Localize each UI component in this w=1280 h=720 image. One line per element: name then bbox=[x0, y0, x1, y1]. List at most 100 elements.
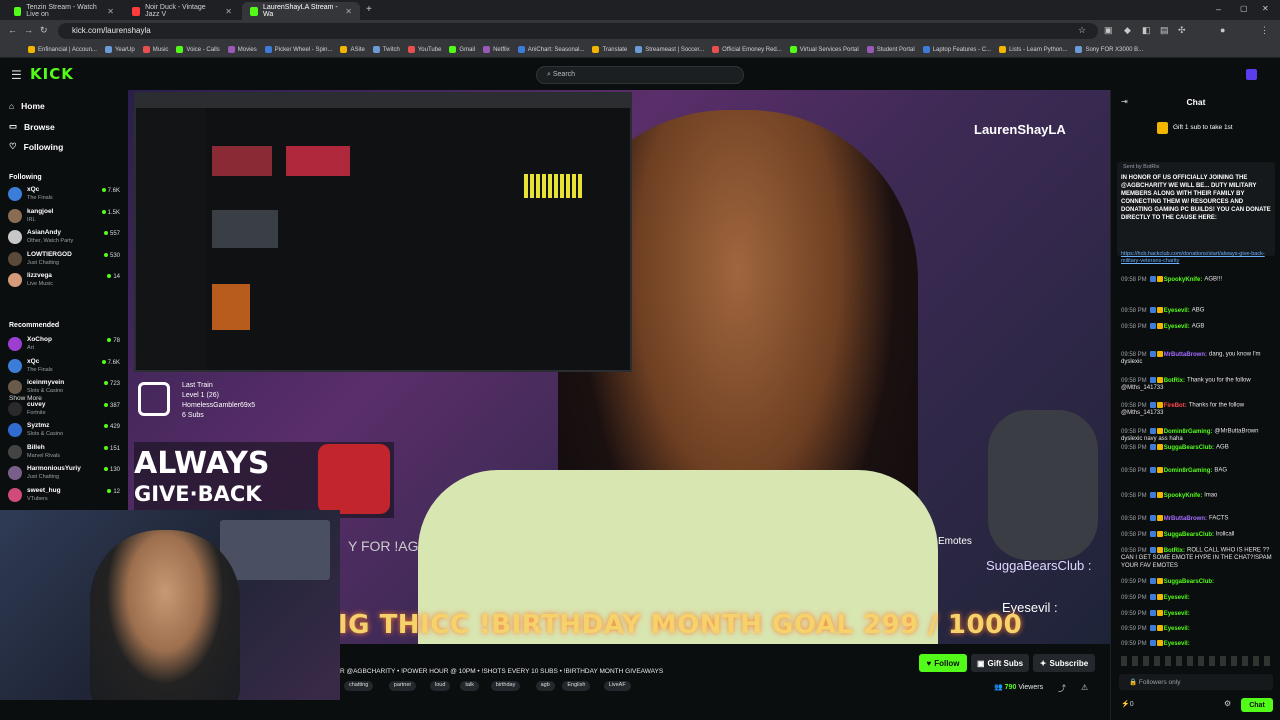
chat-username[interactable]: FireBot: bbox=[1164, 403, 1187, 409]
url-field[interactable]: kick.com/laurenshayla bbox=[58, 23, 1098, 39]
extension-icon[interactable]: ▣ bbox=[1104, 25, 1113, 36]
user-avatar[interactable] bbox=[1246, 69, 1257, 80]
chat-username[interactable]: Eyesevil: bbox=[1164, 308, 1190, 314]
maximize-icon[interactable]: ▢ bbox=[1240, 4, 1248, 13]
gift-subs-button[interactable]: ▣ Gift Subs bbox=[971, 654, 1029, 672]
bookmark-item[interactable]: Picker Wheel - Spin... bbox=[264, 46, 332, 53]
emote-bar[interactable] bbox=[1121, 656, 1275, 666]
bookmark-item[interactable]: Gmail bbox=[449, 46, 475, 53]
channel-points[interactable]: ⚡0 bbox=[1121, 700, 1134, 708]
chat-username[interactable]: MrButtaBrown: bbox=[1164, 352, 1207, 358]
sidebar-channel-iceinmyvein[interactable]: iceinmyvein Slots & Casino 723 bbox=[8, 378, 124, 399]
follow-button[interactable]: ♥ Follow bbox=[919, 654, 967, 672]
stream-tag[interactable]: birthday bbox=[490, 681, 521, 691]
chat-username[interactable]: Eyesevil: bbox=[1164, 611, 1190, 617]
report-icon[interactable]: ⚠ bbox=[1081, 683, 1088, 692]
stream-tag[interactable]: partner bbox=[388, 681, 417, 691]
sidebar-channel-xqc[interactable]: xQc The Finals 7.6K bbox=[8, 357, 124, 378]
chat-username[interactable]: BotRix: bbox=[1164, 378, 1185, 384]
bookmark-item[interactable]: YearUp bbox=[104, 46, 135, 53]
search-input[interactable]: ⌕ Search bbox=[536, 66, 744, 84]
sidebar-channel-xqc[interactable]: xQc The Finals 7.6K bbox=[8, 185, 124, 206]
chat-username[interactable]: MrButtaBrown: bbox=[1164, 516, 1207, 522]
share-icon[interactable]: ⤴ bbox=[1058, 683, 1066, 694]
browser-tab-3-active[interactable]: LaurenShayLA Stream - Wa ✕ bbox=[242, 2, 360, 20]
extension-icon[interactable]: ◧ bbox=[1142, 25, 1151, 36]
send-chat-button[interactable]: Chat bbox=[1241, 698, 1273, 712]
chat-username[interactable]: SuggaBearsClub: bbox=[1164, 445, 1214, 451]
bookmark-item[interactable]: Virtual Services Portal bbox=[789, 46, 859, 53]
gift-leaderboard-banner[interactable]: Gift 1 sub to take 1st bbox=[1173, 124, 1233, 131]
close-window-icon[interactable]: ✕ bbox=[1262, 4, 1269, 13]
bookmark-item[interactable]: Movies bbox=[227, 46, 257, 53]
chat-username[interactable]: Eyesevil: bbox=[1164, 595, 1190, 601]
stream-tag[interactable]: loud bbox=[430, 681, 451, 691]
new-tab-icon[interactable]: + bbox=[366, 4, 372, 15]
sidebar-channel-lizzvega[interactable]: lizzvega Live Music 14 bbox=[8, 271, 124, 292]
stream-tag[interactable]: talk bbox=[460, 681, 479, 691]
nav-browse[interactable]: ▭ Browse bbox=[9, 121, 55, 132]
chat-settings-gear-icon[interactable]: ⚙ bbox=[1224, 699, 1231, 708]
stream-tag[interactable]: English bbox=[562, 681, 591, 691]
hamburger-menu-icon[interactable]: ☰ bbox=[11, 68, 22, 82]
close-tab-icon[interactable]: ✕ bbox=[107, 7, 114, 16]
sidebar-channel-harmoniousyuriy[interactable]: HarmoniousYuriy Just Chatting 130 bbox=[8, 464, 124, 485]
sidebar-channel-cuvey[interactable]: cuvey Fortnite 387 bbox=[8, 400, 124, 421]
sidebar-channel-sweet_hug[interactable]: sweet_hug VTubers 12 bbox=[8, 486, 124, 507]
nav-home[interactable]: ⌂ Home bbox=[9, 101, 45, 111]
bookmark-item[interactable]: AniChart: Seasonal... bbox=[517, 46, 584, 53]
chat-username[interactable]: Domin8rGaming: bbox=[1164, 468, 1213, 474]
bookmark-item[interactable]: ASite bbox=[340, 46, 365, 53]
chat-username[interactable]: Domin8rGaming: bbox=[1164, 429, 1213, 435]
chat-username[interactable]: SpookyKnife: bbox=[1164, 493, 1203, 499]
close-tab-icon[interactable]: ✕ bbox=[225, 7, 232, 16]
close-tab-icon[interactable]: ✕ bbox=[345, 7, 352, 16]
bookmark-item[interactable]: Music bbox=[142, 46, 168, 53]
chat-input[interactable]: 🔒 Followers only bbox=[1119, 674, 1273, 690]
bookmark-item[interactable]: Sony FOR X3000 B... bbox=[1075, 46, 1143, 53]
nav-following[interactable]: ♡ Following bbox=[9, 141, 63, 152]
sidebar-channel-lowtiergod[interactable]: LOWTIERGOD Just Chatting 530 bbox=[8, 250, 124, 271]
back-icon[interactable]: ← bbox=[8, 25, 17, 35]
browser-tab-2[interactable]: Noir Duck - Vintage Jazz V ✕ bbox=[124, 2, 240, 20]
sidebar-channel-asianandy[interactable]: AsianAndy Other, Watch Party 557 bbox=[8, 228, 124, 249]
bookmark-item[interactable]: Laptop Features - C... bbox=[922, 46, 991, 53]
stream-tag[interactable]: chatting bbox=[344, 681, 374, 691]
sidebar-channel-syztmz[interactable]: Syztmz Slots & Casino 429 bbox=[8, 421, 124, 442]
subscribe-button[interactable]: ✦ Subscribe bbox=[1033, 654, 1095, 672]
bookmark-item[interactable]: Twitch bbox=[372, 46, 400, 53]
stream-tag[interactable]: LiveAF bbox=[603, 681, 631, 691]
browser-tab-1[interactable]: Tenzin Stream - Watch Live on ✕ bbox=[6, 2, 122, 20]
bookmark-item[interactable]: Official Emoney Red... bbox=[712, 46, 782, 53]
chat-username[interactable]: Eyesevil: bbox=[1164, 626, 1190, 632]
bookmark-star-icon[interactable]: ☆ bbox=[1078, 25, 1086, 36]
pinned-link[interactable]: https://hcb.hackclub.com/donations/start… bbox=[1121, 251, 1271, 265]
kick-logo[interactable]: KICK bbox=[30, 65, 74, 83]
bookmark-item[interactable]: Translate bbox=[592, 46, 627, 53]
bookmark-item[interactable]: Netflix bbox=[483, 46, 510, 53]
sidebar-channel-billeh[interactable]: Billeh Marvel Rivals 151 bbox=[8, 443, 124, 464]
bookmark-item[interactable]: Lists - Learn Python... bbox=[999, 46, 1067, 53]
forward-icon[interactable]: → bbox=[24, 25, 33, 35]
reload-icon[interactable]: ↻ bbox=[40, 25, 48, 36]
bookmark-item[interactable]: Streameast | Soccer... bbox=[635, 46, 704, 53]
chat-username[interactable]: SuggaBearsClub: bbox=[1164, 532, 1214, 538]
extension-icon[interactable]: ◆ bbox=[1124, 25, 1131, 36]
chat-username[interactable]: Eyesevil: bbox=[1164, 324, 1190, 330]
bookmark-item[interactable]: Voice - Calls bbox=[176, 46, 220, 53]
chat-username[interactable]: BotRix: bbox=[1164, 548, 1185, 554]
bookmark-item[interactable]: Enfinancial | Accoun... bbox=[28, 46, 97, 53]
chat-username[interactable]: Eyesevil: bbox=[1164, 641, 1190, 647]
puzzle-icon[interactable]: ✣ bbox=[1178, 25, 1186, 36]
extension-icon[interactable]: ▤ bbox=[1160, 25, 1169, 36]
chat-username[interactable]: SuggaBearsClub: bbox=[1164, 579, 1214, 585]
minimize-icon[interactable]: – bbox=[1216, 4, 1221, 14]
bookmark-item[interactable]: YouTube bbox=[407, 46, 441, 53]
sidebar-channel-xochop[interactable]: XoChop Art 78 bbox=[8, 335, 124, 356]
chat-username[interactable]: SpookyKnife: bbox=[1164, 277, 1203, 283]
menu-dots-icon[interactable]: ⋮ bbox=[1260, 25, 1269, 36]
sidebar-channel-kangjoel[interactable]: kangjoel IRL 1.5K bbox=[8, 207, 124, 228]
bookmark-item[interactable]: Student Portal bbox=[866, 46, 915, 53]
profile-icon[interactable]: ● bbox=[1220, 25, 1225, 35]
stream-tag[interactable]: agb bbox=[535, 681, 555, 691]
